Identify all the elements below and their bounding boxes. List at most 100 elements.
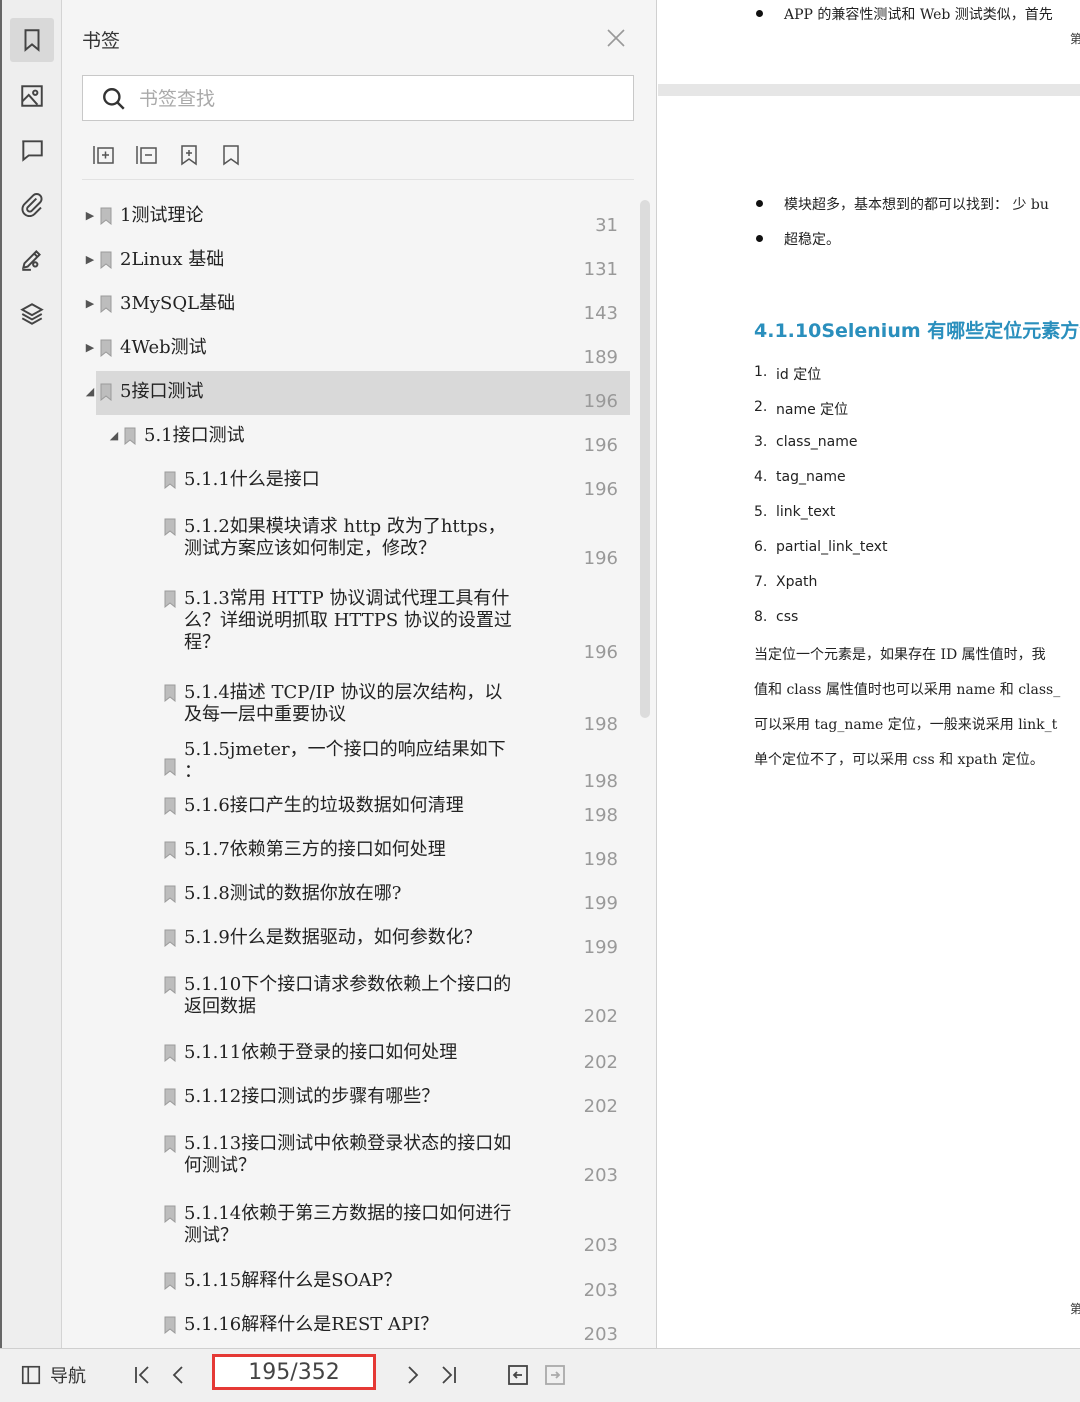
search-icon (103, 88, 125, 110)
expand-all-icon[interactable] (92, 143, 118, 169)
bookmark-icon (164, 929, 176, 948)
panel-title: 书签 (82, 30, 121, 52)
bookmark-label: 5.1.3常用 HTTP 协议调试代理工具有什 么？详细说明抓取 HTTPS 协… (184, 588, 512, 653)
bookmark-label: 5.1.12接口测试的步骤有哪些？ (184, 1086, 440, 1107)
bookmark-icon (100, 207, 112, 226)
add-bookmark-icon[interactable] (177, 143, 203, 169)
comment-icon[interactable] (10, 128, 54, 172)
first-page-button[interactable] (130, 1361, 154, 1389)
collapse-all-icon[interactable] (135, 143, 161, 169)
bookmark-icon (164, 1316, 176, 1335)
paragraph-line: 单个定位不了，可以采用 css 和 xpath 定位。 (754, 752, 1044, 768)
list-item-text: partial_link_text (776, 539, 888, 555)
bookmark-label: 3MySQL基础 (120, 293, 236, 314)
close-icon[interactable] (604, 26, 628, 50)
collapse-arrow-icon[interactable]: ▶ (84, 253, 96, 266)
last-page-button[interactable] (437, 1361, 461, 1389)
prev-page-button[interactable] (167, 1361, 191, 1389)
list-item-number: 3. (754, 434, 768, 450)
list-item-number: 2. (754, 399, 768, 415)
bookmark-tree: ▶ 1测试理论 31 ▶ 2Linux 基础 131 ▶ 3MySQL基础 143 ▶ 4Web测试… (62, 194, 638, 1348)
bookmark-icon (100, 383, 112, 402)
page-separator (658, 84, 1080, 96)
doc-bullet-text: 超稳定。 (784, 232, 840, 248)
next-page-button[interactable] (400, 1361, 424, 1389)
bookmark-label: 5.1.8测试的数据你放在哪? (184, 883, 402, 904)
bookmark-page-number: 203 (583, 1235, 618, 1256)
expand-arrow-icon[interactable]: ◢ (84, 385, 96, 398)
bookmark-icon[interactable] (219, 143, 245, 169)
last-page-icon (442, 1366, 456, 1384)
bookmark-label: 5.1.5jmeter，一个接口的响应结果如下 ： (184, 739, 506, 782)
bookmark-page-number: 196 (583, 479, 618, 500)
bookmark-label: 5.1.1什么是接口 (184, 469, 320, 490)
bookmark-page-number: 202 (583, 1096, 618, 1117)
bookmark-label: 5.1.16解释什么是REST API？ (184, 1314, 439, 1335)
bookmark-label: 5.1.14依赖于第三方数据的接口如何进行 测试？ (184, 1203, 512, 1246)
bookmark-label: 5.1.13接口测试中依赖登录状态的接口如 何测试？ (184, 1133, 512, 1176)
search-input[interactable] (137, 84, 621, 114)
list-item-number: 5. (754, 504, 768, 520)
bookmark-icon (164, 758, 176, 777)
bookmark-icon (164, 518, 176, 537)
bookmark-page-number: 196 (583, 548, 618, 569)
bookmark-page-number: 131 (583, 259, 618, 280)
collapse-arrow-icon[interactable]: ▶ (84, 209, 96, 222)
collapse-arrow-icon[interactable]: ▶ (84, 341, 96, 354)
list-item-text: css (776, 609, 799, 625)
bookmark-page-number: 203 (583, 1324, 618, 1345)
bookmark-icon (164, 1088, 176, 1107)
nav-label: 导航 (50, 1366, 86, 1387)
bookmark-page-number: 199 (583, 937, 618, 958)
bookmark-page-number: 203 (583, 1280, 618, 1301)
bookmark-label: 4Web测试 (120, 337, 207, 358)
attachment-icon[interactable] (10, 182, 54, 226)
paragraph-line: 可以采用 tag_name 定位，一般来说采用 link_t (754, 717, 1058, 733)
bookmark-search-field[interactable] (82, 75, 634, 121)
layers-icon[interactable] (10, 292, 54, 336)
bookmark-label: 2Linux 基础 (120, 249, 225, 270)
bookmark-icon (164, 841, 176, 860)
bookmark-page-number: 143 (583, 303, 618, 324)
list-item-text: class_name (776, 434, 858, 450)
bookmark-label: 5.1.6接口产生的垃圾数据如何清理 (184, 795, 464, 816)
bookmark-page-number: 196 (583, 391, 618, 412)
bookmark-icon (164, 976, 176, 995)
bookmark-page-number: 203 (583, 1165, 618, 1186)
nav-toggle-button[interactable]: 导航 (20, 1361, 86, 1389)
bookmark-page-number: 196 (583, 642, 618, 663)
chevron-right-icon (408, 1366, 419, 1384)
forward-view-button[interactable] (543, 1361, 567, 1389)
signature-icon[interactable] (10, 237, 54, 281)
back-view-button[interactable] (506, 1361, 530, 1389)
bookmark-label: 5.1.7依赖第三方的接口如何处理 (184, 839, 446, 860)
list-item-text: link_text (776, 504, 836, 520)
bookmark-icon (100, 339, 112, 358)
back-arrow-icon (508, 1365, 528, 1385)
bookmark-label: 5接口测试 (120, 381, 204, 402)
bookmark-label: 5.1接口测试 (144, 425, 245, 446)
bookmark-icon (164, 1044, 176, 1063)
list-item-number: 7. (754, 574, 768, 590)
bookmark-icon (164, 797, 176, 816)
doc-bullet-text: 模块超多，基本想到的都可以找到： 少 bu (784, 197, 1049, 213)
bookmark-label: 5.1.4描述 TCP/IP 协议的层次结构，以 及每一层中重要协议 (184, 682, 503, 725)
bookmark-panel-icon[interactable] (10, 18, 54, 62)
page-number-input[interactable]: 195/352 (212, 1354, 376, 1390)
collapse-arrow-icon[interactable]: ▶ (84, 297, 96, 310)
bookmark-icon (164, 471, 176, 490)
bookmark-page-number: 202 (583, 1006, 618, 1027)
list-item-text: Xpath (776, 574, 818, 590)
thumbnail-icon[interactable] (10, 74, 54, 118)
bookmark-page-number: 196 (583, 435, 618, 456)
expand-arrow-icon[interactable]: ◢ (108, 429, 120, 442)
doc-section-heading: 4.1.10Selenium 有哪些定位元素方法 (754, 320, 1080, 342)
bookmark-icon (124, 427, 136, 446)
bullet-dot (756, 235, 763, 242)
page-edge-char: 第 (1070, 1302, 1080, 1316)
doc-text-line: APP 的兼容性测试和 Web 测试类似，首先 (784, 7, 1053, 23)
scrollbar[interactable] (640, 200, 650, 718)
chevron-left-icon (172, 1366, 183, 1384)
forward-arrow-icon (545, 1365, 565, 1385)
toolbar-divider (82, 179, 634, 180)
